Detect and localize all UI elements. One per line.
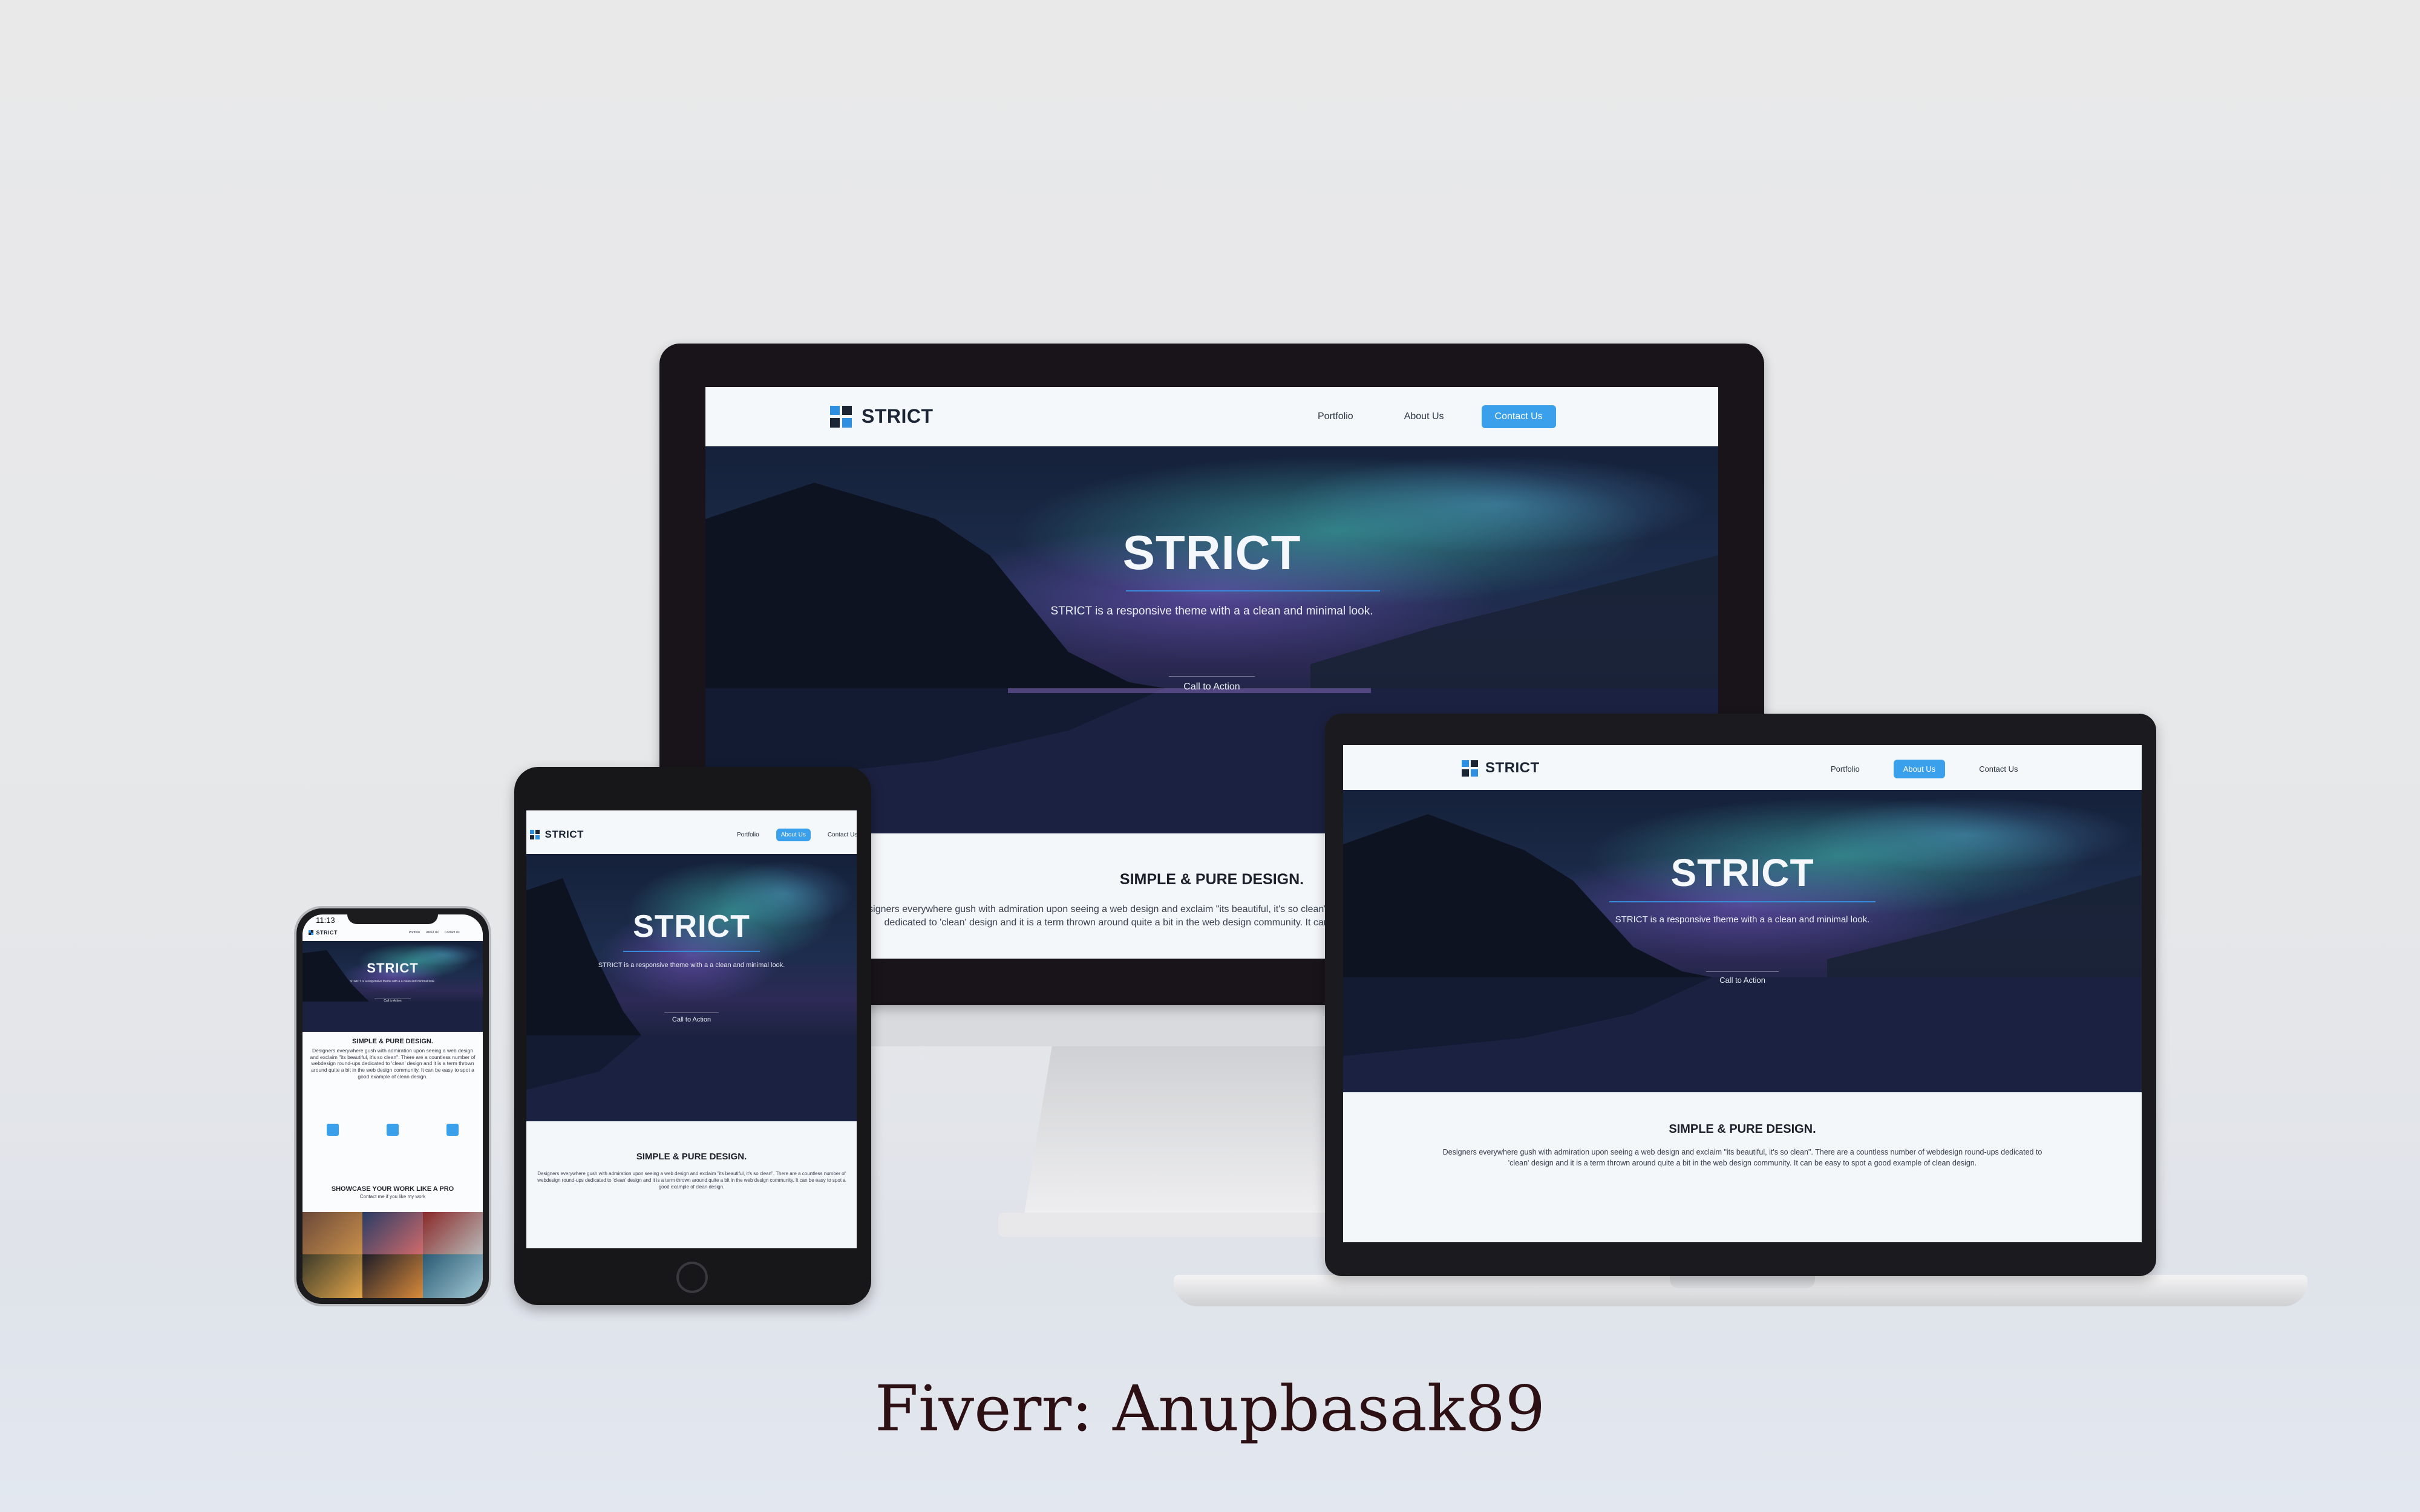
hero-tagline: STRICT is a responsive theme with a a cl… [1050,605,1373,618]
nav-about-us[interactable]: About Us [1893,760,1946,778]
brand-name: STRICT [316,930,338,936]
brand-name: STRICT [862,405,934,427]
design-section: SIMPLE & PURE DESIGN. Designers everywhe… [1343,1092,2142,1242]
navbar: STRICT Portfolio About Us Contact Us [526,810,857,854]
section-title: SIMPLE & PURE DESIGN. [636,1152,747,1162]
nav-portfolio[interactable]: Portfolio [732,829,764,841]
section-text: Designers everywhere gush with admiratio… [537,1171,846,1190]
section-title: SIMPLE & PURE DESIGN. [352,1038,433,1045]
laptop-screen: STRICT Portfolio About Us Contact Us STR… [1343,745,2142,1242]
hero-title: STRICT [367,960,419,976]
brand-logo[interactable]: STRICT [309,930,338,936]
portfolio-thumb[interactable] [362,1212,423,1254]
megaphone-icon [446,1124,459,1136]
logo-icon [530,830,540,839]
nav-contact-us[interactable]: Contact Us [445,931,460,934]
landscape-image [1343,814,2142,1092]
mobile-icon [326,1124,339,1136]
hero-tagline: STRICT is a responsive theme with a a cl… [1615,914,1870,925]
portfolio-thumb[interactable] [422,1254,483,1298]
design-section: SIMPLE & PURE DESIGN. Designers everywhe… [526,1121,857,1248]
brand-logo[interactable]: STRICT [530,829,584,841]
title-underline [1126,590,1380,591]
features-row [302,1120,483,1178]
portfolio-section: SHOWCASE YOUR WORK LIKE A PRO Contact me… [302,1183,483,1207]
nav-about-us[interactable]: About Us [776,829,811,841]
navbar: STRICT Portfolio About Us Contact Us [705,387,1718,446]
fiverr-credit: Fiverr: Anupbasak89 [874,1372,1546,1445]
phone-notch [347,911,438,924]
brand-name: STRICT [1485,760,1540,776]
status-time: 11:13 [316,916,335,925]
nav-contact-us[interactable]: Contact Us [823,829,857,841]
section-title: SIMPLE & PURE DESIGN. [1669,1123,1816,1136]
call-to-action-button[interactable]: Call to Action [374,999,411,1003]
send-icon [386,1124,399,1136]
nav-menu: Portfolio About Us Contact Us [1821,760,2028,778]
tablet-screen: STRICT Portfolio About Us Contact Us STR… [526,810,857,1248]
nav-menu: Portfolio About Us Contact Us [732,829,857,841]
hero-tagline: STRICT is a responsive theme with a a cl… [350,980,436,983]
logo-icon [309,930,313,935]
hero-banner: STRICT STRICT is a responsive theme with… [526,854,857,1121]
portfolio-thumb[interactable] [302,1254,363,1298]
nav-contact-us[interactable]: Contact Us [1481,405,1556,428]
call-to-action-button[interactable]: Call to Action [1706,971,1779,985]
nav-about-us[interactable]: About Us [1391,405,1457,428]
nav-menu: Portfolio About Us Contact Us [1304,405,1556,428]
portfolio-thumb[interactable] [362,1254,423,1298]
nav-menu: Portfolio About Us Contact Us [409,931,460,934]
portfolio-subtitle: Contact me if you like my work [359,1194,426,1199]
hero-banner: STRICT STRICT is a responsive theme with… [1343,790,2142,1092]
call-to-action-button[interactable]: Call to Action [664,1012,719,1023]
title-underline [623,951,760,952]
laptop-notch [1670,1276,1815,1288]
portfolio-row [302,1212,483,1254]
navbar: STRICT Portfolio About Us Contact Us [1343,745,2142,790]
portfolio-thumb[interactable] [302,1212,363,1254]
portfolio-row [302,1254,483,1298]
landscape-image [302,950,483,1032]
design-section: SIMPLE & PURE DESIGN. Designers everywhe… [302,1032,483,1116]
nav-about-us[interactable]: About Us [426,931,439,934]
hero-tagline: STRICT is a responsive theme with a a cl… [598,962,785,969]
logo-icon [1462,760,1478,777]
landscape-image [526,878,857,1121]
section-text: Designers everywhere gush with admiratio… [310,1048,476,1080]
section-text: Designers everywhere gush with admiratio… [1442,1148,2042,1167]
logo-icon [830,405,852,428]
nav-portfolio[interactable]: Portfolio [409,931,420,934]
brand-logo[interactable]: STRICT [1462,760,1540,777]
call-to-action-button[interactable]: Call to Action [1169,676,1255,692]
hero-banner: STRICT STRICT is a responsive theme with… [302,941,483,1032]
nav-portfolio[interactable]: Portfolio [1821,760,1869,778]
phone-screen: 11:13 STRICT Portfolio About Us Contact … [302,914,483,1298]
portfolio-grid [302,1212,483,1298]
navbar: STRICT Portfolio About Us Contact Us [302,927,483,941]
nav-contact-us[interactable]: Contact Us [1969,760,2027,778]
hero-title: STRICT [633,909,750,944]
home-button-icon[interactable] [676,1262,708,1293]
portfolio-thumb[interactable] [422,1212,483,1254]
hero-title: STRICT [1670,851,1814,894]
portfolio-title: SHOWCASE YOUR WORK LIKE A PRO [331,1185,454,1193]
brand-logo[interactable]: STRICT [830,405,934,428]
title-underline [1609,901,1876,902]
hero-title: STRICT [1122,526,1301,579]
brand-name: STRICT [544,829,584,840]
nav-portfolio[interactable]: Portfolio [1304,405,1367,428]
